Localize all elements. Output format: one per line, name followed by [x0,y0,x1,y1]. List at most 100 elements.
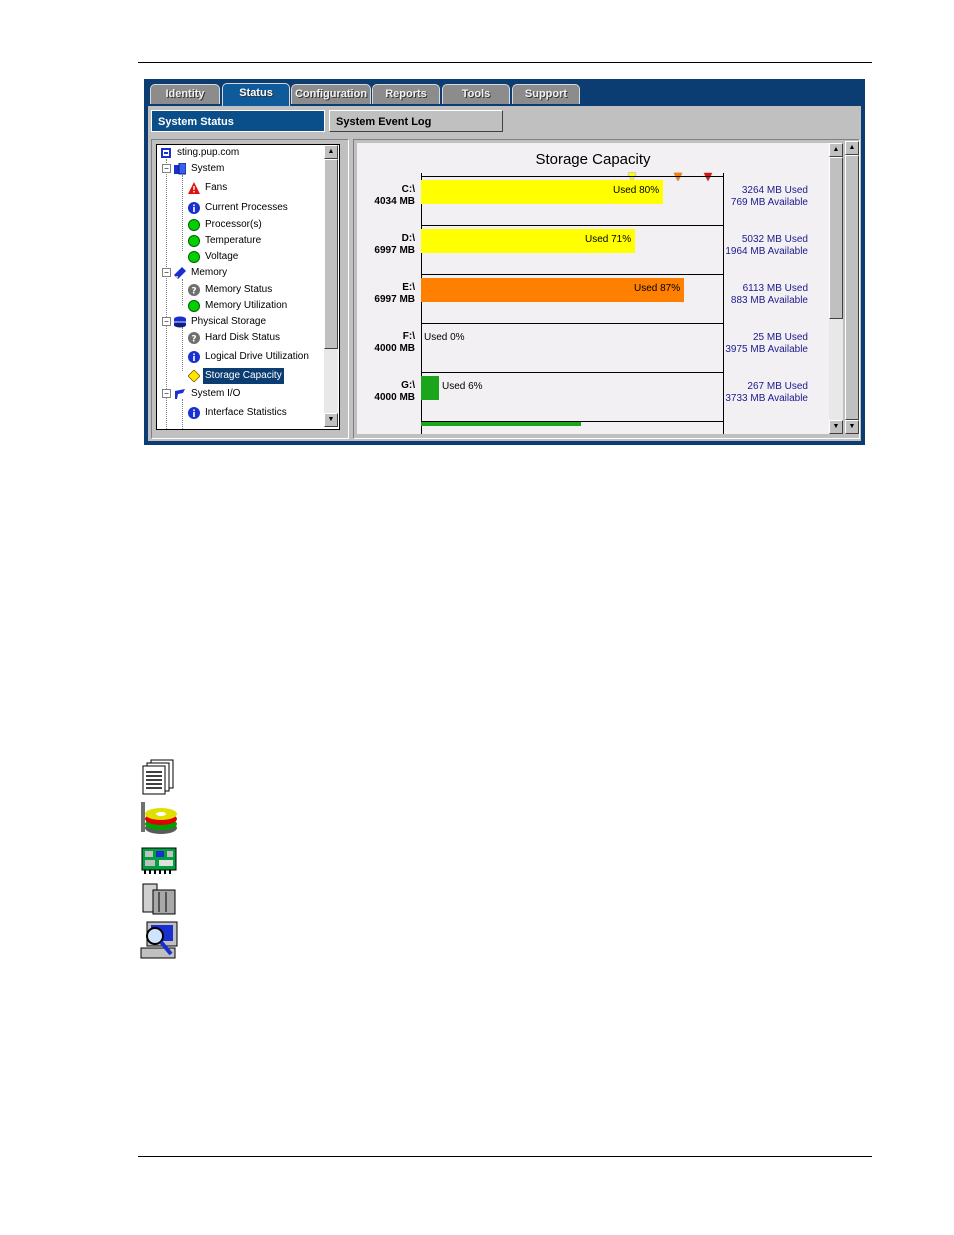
drive-label: G:\ 4000 MB [374,380,415,404]
info-icon [188,202,200,214]
footer-rule [138,1156,872,1157]
navigation-sidebar: − − − − sting.pup.com System Fans Curren… [151,139,349,439]
tab-status[interactable]: Status [222,83,290,106]
tab-identity[interactable]: Identity [150,84,220,104]
usage-label: Used 6% [442,381,483,392]
info-icon [188,351,200,363]
scroll-thumb[interactable] [845,155,859,420]
scroll-down-button[interactable]: ▼ [829,420,843,434]
partial-bar-track [421,421,723,432]
chart-title: Storage Capacity [535,151,651,168]
chart-outer-scrollbar[interactable]: ▲ ▼ [845,141,859,434]
tree-item-label: Voltage [205,251,239,262]
computer-magnifier-icon [139,920,179,959]
tree-item-label: Interface Statistics [205,407,287,418]
tree-connector [182,327,183,371]
scroll-down-button[interactable]: ▼ [324,413,338,427]
status-ok-icon [188,251,200,263]
drive-row: G:\ 4000 MB Used 6% 267 MB Used 3733 MB Avai… [357,372,829,421]
usage-label: Used 80% [613,185,660,196]
drive-name: C:\ [401,184,415,195]
tree-item-label: Processor(s) [205,219,262,230]
storage-capacity-panel: Storage Capacity C:\ 4034 MB Used 80% 3264 … [353,139,860,439]
subtab-system-status[interactable]: System Status [151,110,325,132]
usage-label: Used 71% [585,234,632,245]
tab-tools[interactable]: Tools [442,84,510,104]
used-text: 5032 MB Used [741,234,808,245]
tree-item-label: Temperature [205,235,262,246]
tree-item-label: Logical Drive Utilization [205,351,309,362]
subtab-system-event-log[interactable]: System Event Log [329,110,503,132]
tree-scrollbar[interactable]: ▲ ▼ [324,145,338,427]
warning-triangle-icon [188,182,200,194]
drive-name: E:\ [402,282,415,293]
available-text: 1964 MB Available [725,246,808,257]
tree-connector [182,279,183,305]
tree-item-label: Memory [191,267,228,278]
tree-item-label: System [191,163,225,174]
expand-system-toggle[interactable]: − [162,164,171,173]
tab-reports[interactable]: Reports [372,84,440,104]
report-document-icon [139,758,179,796]
bar-track: Used 80% [421,176,723,225]
status-ok-icon [188,235,200,247]
tree-item-label: System I/O [191,388,241,399]
usage-label: Used 87% [634,283,681,294]
tab-configuration[interactable]: Configuration [291,84,371,104]
bar-track: Used 71% [421,225,723,274]
drive-label: C:\ 4034 MB [374,184,415,208]
scroll-thumb[interactable] [324,159,338,349]
scroll-thumb[interactable] [829,157,843,319]
tree-item-label: Current Processes [205,202,288,213]
tree-item-label: Hard Disk Status [205,332,281,343]
drive-row: F:\ 4000 MB Used 0% 25 MB Used 3975 MB Avail… [357,323,829,372]
status-ok-icon [188,219,200,231]
status-tree: − − − − sting.pup.com System Fans Curren… [156,144,340,430]
drive-row: E:\ 6997 MB Used 87% 6113 MB Used 883 MB Ava… [357,274,829,323]
memory-icon [174,267,186,279]
drive-size: 6997 MB [374,245,415,256]
scroll-up-button[interactable]: ▲ [829,143,843,157]
server-icon [161,148,171,158]
expand-memory-toggle[interactable]: − [162,268,171,277]
used-text: 6113 MB Used [742,283,808,294]
disk-stack-icon [139,800,179,838]
drive-name: G:\ [401,380,415,391]
usage-info: 5032 MB Used 1964 MB Available [725,234,808,258]
tab-support[interactable]: Support [512,84,580,104]
drive-label: E:\ 6997 MB [374,282,415,306]
usage-info: 25 MB Used 3975 MB Available [725,332,808,356]
tree-item-label: Physical Storage [191,316,267,327]
unknown-icon: ? [188,332,200,344]
system-io-icon [175,389,185,399]
used-text: 3264 MB Used [741,185,808,196]
drive-name: F:\ [402,331,415,342]
unknown-icon: ? [188,284,200,296]
drive-row: D:\ 6997 MB Used 71% 5032 MB Used 1964 MB Av… [357,225,829,274]
chart-inner-scrollbar[interactable]: ▲ ▼ [829,143,843,434]
usage-info: 6113 MB Used 883 MB Available [731,283,808,307]
scroll-down-button[interactable]: ▼ [845,420,859,434]
system-icon [174,163,186,175]
status-ok-icon [188,300,200,312]
available-text: 883 MB Available [730,295,808,306]
tree-item-label: Memory Status [205,284,273,295]
bar-track: Used 6% [421,372,723,421]
drive-size: 6997 MB [374,294,415,305]
storage-icon [174,316,186,328]
network-board-icon [139,842,179,880]
scroll-up-button[interactable]: ▲ [845,141,859,155]
expand-system-io-toggle[interactable]: − [162,389,171,398]
available-text: 3733 MB Available [725,393,808,404]
used-text: 25 MB Used [752,332,808,343]
tree-connector [182,175,183,251]
scroll-up-button[interactable]: ▲ [324,145,338,159]
drive-size: 4000 MB [374,343,415,354]
expand-physical-storage-toggle[interactable]: − [162,317,171,326]
server-tower-icon [139,880,179,918]
drive-name: D:\ [401,233,415,244]
used-text: 267 MB Used [747,381,808,392]
drive-size: 4000 MB [374,392,415,403]
tree-connector [182,399,183,429]
status-pane: System Status System Event Log − − − − s… [148,106,861,441]
